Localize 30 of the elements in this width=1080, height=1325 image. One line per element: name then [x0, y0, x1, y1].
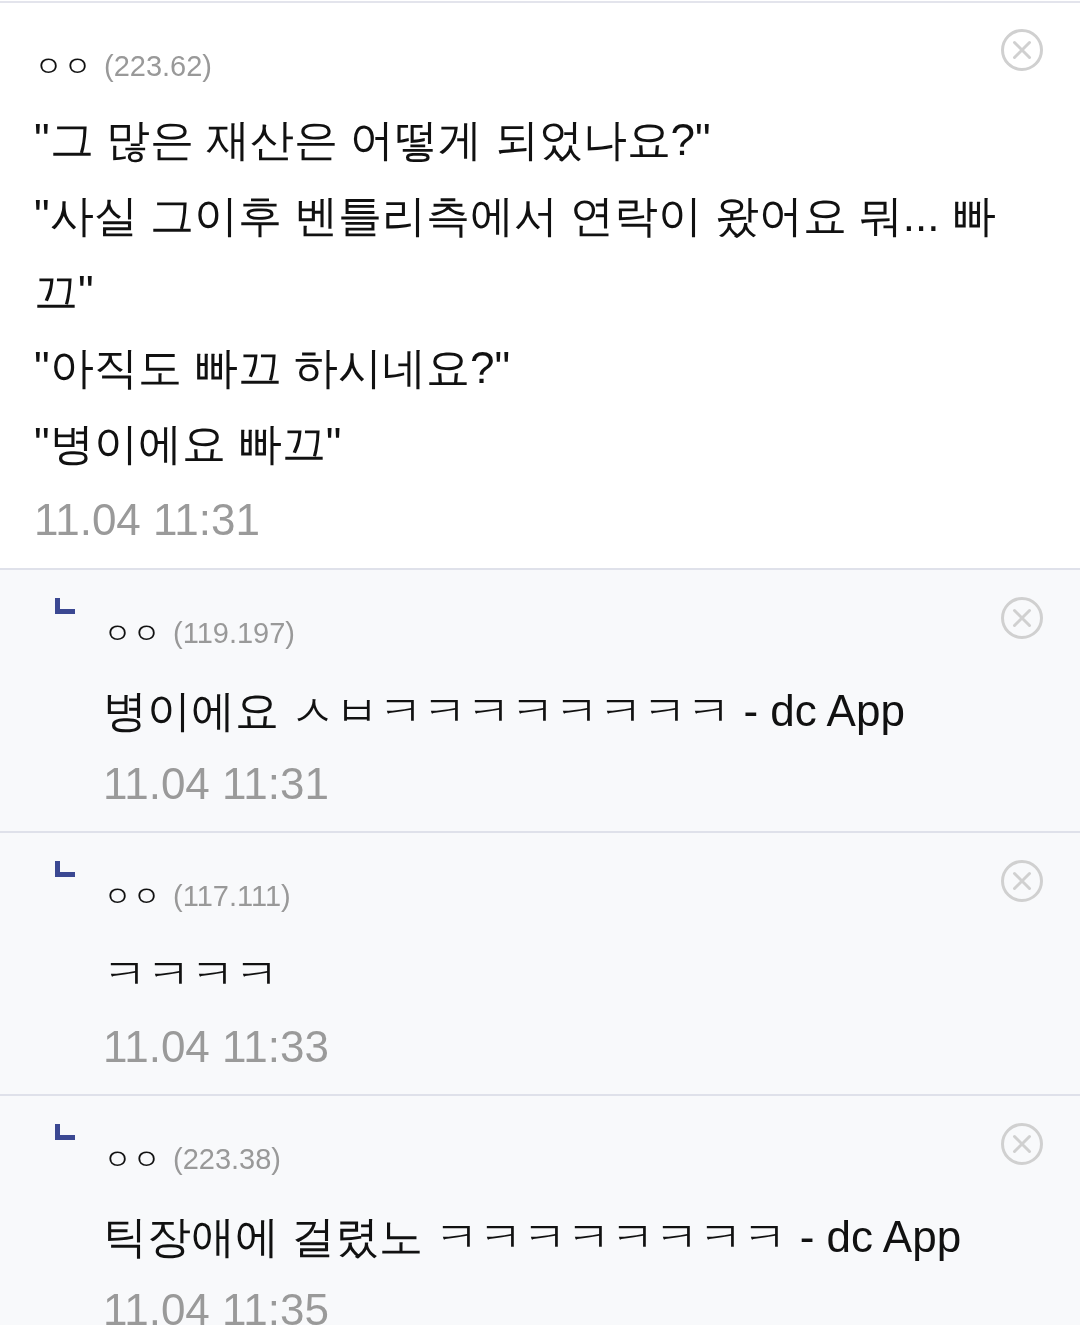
reply-marker-icon: [55, 1124, 75, 1140]
close-icon: [1001, 597, 1043, 639]
close-icon: [1001, 860, 1043, 902]
nickname: ㅇㅇ: [103, 879, 161, 914]
reply-marker-icon: [55, 598, 75, 614]
delete-button[interactable]: [1001, 1123, 1043, 1165]
nickname: ㅇㅇ: [103, 1142, 161, 1177]
close-icon: [1001, 1123, 1043, 1165]
ip-address: (223.62): [104, 49, 212, 84]
comment-text: "그 많은 재산은 어떻게 되었나요?": [34, 114, 712, 166]
reply-marker-icon: [55, 861, 75, 877]
ip-address: (223.38): [173, 1142, 281, 1177]
nickname: ㅇㅇ: [34, 49, 92, 84]
reply-text: 틱장애에 걸렸노 ㅋㅋㅋㅋㅋㅋㅋㅋ - dc App: [103, 1211, 963, 1263]
timestamp: 11.04 11:35: [103, 1284, 330, 1325]
comment-text: "사실 그이후 벤틀리측에서 연락이 왔어요 뭐... 빠끄": [34, 190, 997, 318]
delete-button[interactable]: [1001, 597, 1043, 639]
delete-button[interactable]: [1001, 860, 1043, 902]
timestamp: 11.04 11:31: [103, 758, 330, 810]
timestamp: 11.04 11:33: [103, 1021, 330, 1073]
nickname: ㅇㅇ: [103, 616, 161, 651]
reply-text: ㅋㅋㅋㅋ: [103, 948, 280, 1000]
close-icon: [1001, 29, 1043, 71]
delete-button[interactable]: [1001, 29, 1043, 71]
timestamp: 11.04 11:31: [34, 494, 261, 546]
comment-text: "병이에요 빠끄": [34, 418, 343, 470]
reply-text: 병이에요 ㅅㅂㅋㅋㅋㅋㅋㅋㅋㅋ - dc App: [103, 685, 906, 737]
ip-address: (117.111): [173, 879, 291, 914]
ip-address: (119.197): [173, 616, 295, 651]
comment-text: "아직도 빠끄 하시네요?": [34, 342, 512, 394]
